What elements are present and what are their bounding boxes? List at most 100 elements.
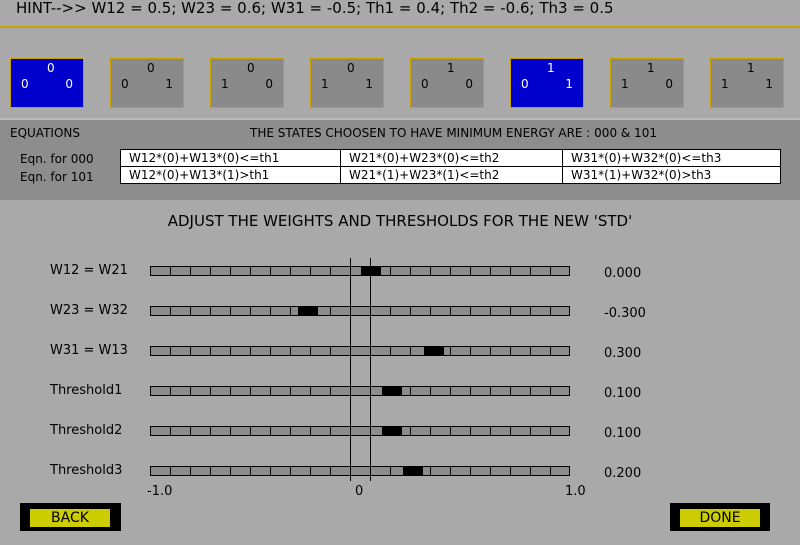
slider-thumb[interactable] — [298, 306, 318, 316]
equation-cell: W31*(1)+W32*(0)>th3 — [562, 166, 781, 184]
slider-tick — [510, 267, 511, 275]
slider-tick — [250, 467, 251, 475]
slider-tick — [330, 387, 331, 395]
slider-label: W23 = W32 — [50, 303, 128, 318]
state-bit: 1 — [221, 77, 229, 91]
slider-tick — [210, 387, 211, 395]
slider-tick — [230, 307, 231, 315]
table-row: W12*(0)+W13*(0)<=th1 W21*(0)+W23*(0)<=th… — [120, 149, 781, 167]
slider-tick — [430, 267, 431, 275]
slider-track[interactable] — [150, 426, 570, 436]
state-bit: 1 — [621, 77, 629, 91]
slider-tick — [390, 467, 391, 475]
axis-max-label: 1.0 — [565, 484, 586, 499]
slider-tick — [190, 467, 191, 475]
state-bit: 0 — [247, 61, 255, 75]
slider-tick — [530, 387, 531, 395]
state-bit: 0 — [47, 61, 55, 75]
done-button[interactable]: DONE — [680, 509, 760, 527]
equation-cell: W12*(0)+W13*(0)<=th1 — [120, 149, 341, 167]
slider-tick — [170, 267, 171, 275]
slider-tick — [250, 307, 251, 315]
slider-label: Threshold2 — [50, 423, 123, 438]
slider-tick — [490, 427, 491, 435]
slider-tick — [470, 387, 471, 395]
state-box[interactable]: 1 0 1 — [510, 58, 584, 108]
equation-cell: W21*(0)+W23*(0)<=th2 — [340, 149, 563, 167]
slider-tick — [290, 267, 291, 275]
slider-value: 0.300 — [604, 346, 642, 361]
state-bit: 0 — [421, 77, 429, 91]
slider-value: 0.200 — [604, 466, 642, 481]
slider-tick — [490, 267, 491, 275]
slider-value: -0.300 — [604, 306, 646, 321]
state-box[interactable]: 000 — [10, 58, 84, 108]
slider-thumb[interactable] — [382, 386, 402, 396]
slider-tick — [450, 387, 451, 395]
slider-tick — [390, 347, 391, 355]
state-box[interactable]: 100 — [410, 58, 484, 108]
state-bit: 1 — [321, 77, 329, 91]
slider-tick — [550, 427, 551, 435]
slider-tick — [530, 427, 531, 435]
slider-thumb[interactable] — [361, 266, 381, 276]
slider-tick — [470, 467, 471, 475]
state-box[interactable]: 011 — [310, 58, 384, 108]
slider-tick — [290, 387, 291, 395]
slider-tick — [310, 387, 311, 395]
state-box[interactable]: 110 — [610, 58, 684, 108]
slider-tick — [390, 267, 391, 275]
state-bit: 1 — [747, 61, 755, 75]
slider-tick — [530, 347, 531, 355]
state-box[interactable]: 111 — [710, 58, 784, 108]
slider-tick — [290, 427, 291, 435]
min-energy-note: THE STATES CHOOSEN TO HAVE MINIMUM ENERG… — [250, 126, 657, 140]
slider-tick — [270, 427, 271, 435]
slider-track[interactable] — [150, 386, 570, 396]
slider-tick — [450, 307, 451, 315]
slider-tick — [310, 347, 311, 355]
slider-tick — [210, 427, 211, 435]
state-bit: 1 — [447, 61, 455, 75]
equations-table: W12*(0)+W13*(0)<=th1 W21*(0)+W23*(0)<=th… — [120, 149, 781, 184]
slider-tick — [470, 347, 471, 355]
state-box[interactable]: 001 — [110, 58, 184, 108]
slider-tick — [190, 427, 191, 435]
slider-tick — [250, 387, 251, 395]
slider-tick — [290, 307, 291, 315]
slider-label: W31 = W13 — [50, 343, 128, 358]
slider-tick — [450, 267, 451, 275]
slider-tick — [470, 307, 471, 315]
slider-tick — [490, 467, 491, 475]
equations-panel: EQUATIONS THE STATES CHOOSEN TO HAVE MIN… — [0, 118, 800, 200]
slider-tick — [190, 307, 191, 315]
zero-line-left — [350, 258, 351, 481]
state-box[interactable]: 0 1 0 — [210, 58, 284, 108]
state-bit: 1 — [721, 77, 729, 91]
back-button[interactable]: BACK — [30, 509, 110, 527]
slider-thumb[interactable] — [403, 466, 423, 476]
slider-tick — [310, 467, 311, 475]
slider-track[interactable] — [150, 306, 570, 316]
slider-tick — [410, 267, 411, 275]
slider-tick — [550, 347, 551, 355]
slider-track[interactable] — [150, 466, 570, 476]
slider-tick — [450, 467, 451, 475]
slider-tick — [430, 307, 431, 315]
slider-thumb[interactable] — [382, 426, 402, 436]
slider-tick — [310, 427, 311, 435]
slider-tick — [210, 467, 211, 475]
state-bit: 0 — [465, 77, 473, 91]
slider-tick — [230, 347, 231, 355]
slider-track[interactable] — [150, 346, 570, 356]
slider-tick — [230, 427, 231, 435]
slider-track[interactable] — [150, 266, 570, 276]
slider-value: 0.000 — [604, 266, 642, 281]
state-bit: 1 — [565, 77, 573, 91]
slider-thumb[interactable] — [424, 346, 444, 356]
eqn-label-000: Eqn. for 000 — [20, 152, 94, 166]
slider-tick — [230, 267, 231, 275]
slider-tick — [450, 347, 451, 355]
slider-tick — [410, 387, 411, 395]
slider-tick — [530, 267, 531, 275]
